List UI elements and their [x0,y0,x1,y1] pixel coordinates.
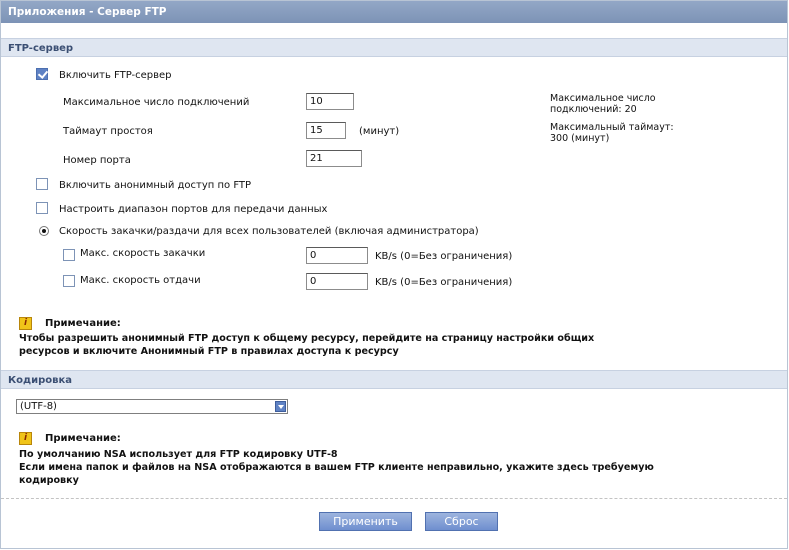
port-range-label: Настроить диапазон портов для передачи д… [59,204,328,215]
upload-speed-unit: KB/s (0=Без ограничения) [375,277,513,288]
encoding-select-value: (UTF-8) [20,401,57,412]
idle-timeout-hint: Максимальный таймаут: 300 (минут) [550,122,674,144]
anonymous-ftp-label: Включить анонимный доступ по FTP [59,180,252,191]
encoding-note-line1: По умолчанию NSA использует для FTP коди… [19,449,338,460]
upload-speed-input[interactable] [306,273,368,290]
download-speed-unit: KB/s (0=Без ограничения) [375,251,513,262]
idle-timeout-input[interactable] [306,122,346,139]
chevron-down-icon[interactable] [275,401,286,412]
idle-timeout-unit: (минут) [359,126,400,137]
encoding-note-title: Примечание: [45,433,121,444]
encoding-note-line2: Если имена папок и файлов на NSA отображ… [19,462,654,473]
max-connections-label: Максимальное число подключений [63,97,250,108]
speed-limit-label: Скорость закачки/раздачи для всех пользо… [59,226,479,237]
max-connections-hint: Максимальное число подключений: 20 [550,93,656,115]
idle-timeout-hint-line2: 300 (минут) [550,133,610,144]
enable-ftp-checkbox[interactable] [36,68,48,80]
speed-limit-radio[interactable] [39,226,49,236]
port-number-input[interactable] [306,150,362,167]
max-connections-input[interactable] [306,93,354,110]
apply-button[interactable]: Применить [319,512,412,531]
footer-divider [1,498,787,499]
window-title: Приложения - Сервер FTP [1,1,787,23]
download-speed-checkbox[interactable] [63,249,75,261]
idle-timeout-label: Таймаут простоя [63,126,153,137]
download-speed-input[interactable] [306,247,368,264]
idle-timeout-hint-line1: Максимальный таймаут: [550,122,674,133]
encoding-note-line3: кодировку [19,475,79,486]
upload-speed-checkbox[interactable] [63,275,75,287]
anonymous-ftp-checkbox[interactable] [36,178,48,190]
download-speed-label: Макс. скорость закачки [80,248,206,259]
encoding-select[interactable]: (UTF-8) [16,399,288,414]
ftp-note-line2: ресурсов и включите Анонимный FTP в прав… [19,346,399,357]
info-note-icon: i [19,432,32,445]
port-range-checkbox[interactable] [36,202,48,214]
ftp-note-title: Примечание: [45,318,121,329]
ftp-note-line1: Чтобы разрешить анонимный FTP доступ к о… [19,333,595,344]
ftp-section-header: FTP-сервер [1,38,787,57]
port-number-label: Номер порта [63,155,131,166]
max-connections-hint-line1: Максимальное число [550,93,656,104]
enable-ftp-label: Включить FTP-сервер [59,70,172,81]
max-connections-hint-line2: подключений: 20 [550,104,637,115]
reset-button[interactable]: Сброс [425,512,498,531]
info-note-icon: i [19,317,32,330]
upload-speed-label: Макс. скорость отдачи [80,275,201,286]
encoding-section-header: Кодировка [1,370,787,389]
